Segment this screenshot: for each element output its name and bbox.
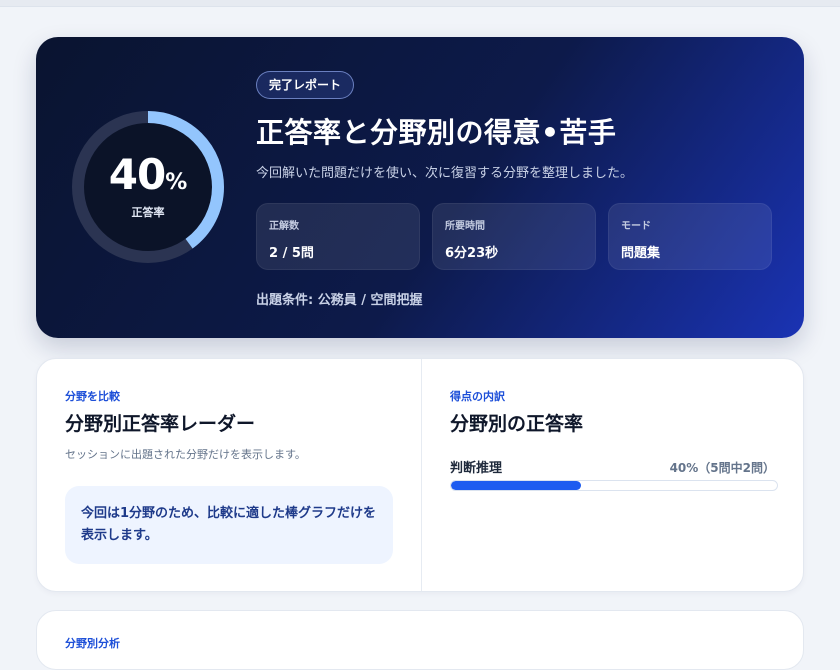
radar-eyebrow: 分野を比較 — [65, 390, 120, 403]
category-progress-fill — [451, 481, 582, 490]
stat-mode: モード 問題集 — [608, 203, 772, 270]
score-unit: % — [165, 170, 188, 195]
category-progress-track — [450, 480, 778, 491]
status-badge: 完了レポート — [256, 71, 355, 99]
score-value: 40 — [108, 150, 166, 199]
top-bar — [0, 0, 840, 7]
score-percent: 40% — [109, 154, 188, 196]
radar-title: 分野別正答率レーダー — [65, 413, 256, 435]
stat-correct-count: 正解数 2 / 5問 — [256, 203, 420, 270]
stat-value: 問題集 — [621, 246, 661, 261]
result-hero-card: 40% 正答率 完了レポート 正答率と分野別の得意•苦手 今回解いた問題だけを使… — [36, 37, 804, 338]
stat-value: 6分23秒 — [445, 246, 499, 261]
stat-value: 2 / 5問 — [269, 246, 314, 261]
category-score: 40%（5問中2問） — [669, 461, 775, 475]
category-analysis-eyebrow: 分野別分析 — [65, 637, 120, 650]
score-label: 正答率 — [131, 206, 165, 219]
stat-label: 所要時間 — [445, 221, 485, 232]
analysis-panel: 分野を比較 分野別正答率レーダー セッションに出題された分野だけを表示します。 … — [36, 358, 804, 592]
radar-note: 今回は1分野のため、比較に適した棒グラフだけを表示します。 — [65, 486, 393, 564]
panel-divider — [421, 359, 422, 591]
breakdown-eyebrow: 得点の内訳 — [450, 390, 505, 403]
stat-duration: 所要時間 6分23秒 — [432, 203, 596, 270]
page-subtitle: 今回解いた問題だけを使い、次に復習する分野を整理しました。 — [256, 166, 634, 181]
category-analysis-panel: 分野別分析 — [36, 610, 804, 670]
page-title: 正答率と分野別の得意•苦手 — [256, 116, 617, 149]
stat-label: モード — [621, 221, 651, 232]
score-readout: 40% 正答率 — [68, 107, 228, 267]
stat-label: 正解数 — [269, 221, 299, 232]
score-ring: 40% 正答率 — [68, 107, 228, 267]
radar-description: セッションに出題された分野だけを表示します。 — [65, 448, 306, 461]
breakdown-title: 分野別の正答率 — [450, 413, 584, 435]
category-name: 判断推理 — [450, 461, 503, 476]
question-conditions: 出題条件: 公務員 / 空間把握 — [256, 293, 423, 308]
